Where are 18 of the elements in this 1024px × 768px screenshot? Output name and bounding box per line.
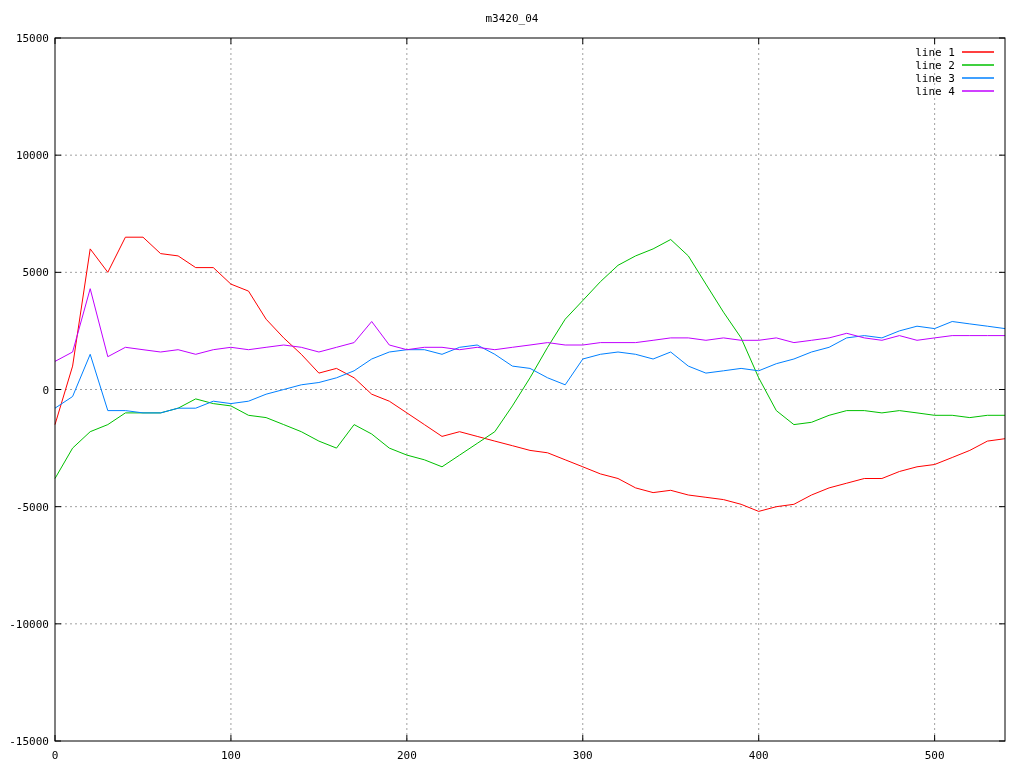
y-tick-label: 15000	[15, 32, 49, 45]
x-tick-label: 200	[396, 749, 417, 762]
legend-label: line 3	[915, 72, 955, 85]
y-tick-label: -10000	[9, 617, 49, 631]
y-tick-label: 10000	[15, 149, 49, 163]
y-tick-label: -5000	[15, 500, 49, 514]
legend-label: line 2	[915, 59, 955, 72]
x-tick-label: 300	[572, 749, 593, 762]
y-tick-label: 0	[42, 383, 49, 397]
x-tick-label: 400	[748, 749, 769, 762]
x-tick-label: 0	[51, 749, 59, 762]
legend-label: line 4	[915, 85, 955, 98]
x-tick-label: 100	[221, 749, 241, 762]
y-tick-label: -15000	[9, 735, 49, 748]
y-tick-label: 5000	[22, 266, 49, 280]
x-tick-label: 500	[924, 749, 945, 762]
legend-label: line 1	[915, 46, 955, 59]
chart-title: m3420_04	[485, 12, 539, 25]
